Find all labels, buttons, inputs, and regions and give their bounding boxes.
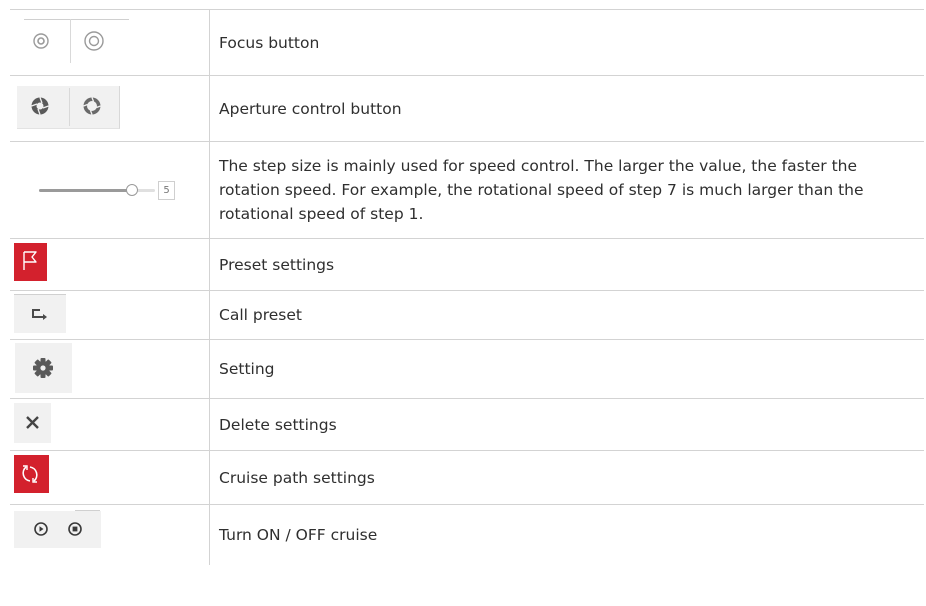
icon-cell — [10, 291, 210, 339]
slider-handle[interactable] — [126, 184, 138, 196]
icon-cell — [10, 10, 210, 75]
call-preset-icon[interactable] — [31, 308, 53, 324]
focus-far-icon[interactable] — [84, 31, 108, 55]
row-label: Focus button — [219, 33, 320, 52]
gear-icon[interactable] — [32, 357, 56, 381]
table-row: Turn ON / OFF cruise — [10, 504, 924, 565]
icon-legend-table: Focus button Aperture control button 5 T… — [10, 9, 924, 565]
table-row: Aperture control button — [10, 75, 924, 141]
aperture-open-icon[interactable] — [30, 96, 54, 120]
row-label: Turn ON / OFF cruise — [219, 526, 378, 544]
row-label: The step size is mainly used for speed c… — [219, 157, 864, 223]
icon-cell — [10, 76, 210, 141]
table-row: Cruise path settings — [10, 450, 924, 504]
row-label: Aperture control button — [219, 99, 402, 118]
aperture-close-icon[interactable] — [82, 96, 106, 120]
flag-icon[interactable] — [22, 251, 42, 273]
icon-cell: 5 — [10, 142, 210, 238]
table-row: 5 The step size is mainly used for speed… — [10, 141, 924, 238]
focus-near-icon[interactable] — [33, 33, 53, 53]
icon-cell — [10, 399, 210, 450]
row-label: Preset settings — [219, 255, 335, 274]
icon-cell — [10, 340, 210, 398]
stop-icon[interactable] — [68, 522, 86, 540]
row-label: Call preset — [219, 306, 302, 324]
row-label: Delete settings — [219, 415, 337, 434]
step-value-box[interactable]: 5 — [158, 181, 175, 200]
table-row: Call preset — [10, 290, 924, 339]
table-row: Delete settings — [10, 398, 924, 450]
table-row: Setting — [10, 339, 924, 398]
close-icon[interactable] — [26, 416, 40, 430]
icon-cell — [10, 451, 210, 504]
table-row: Focus button — [10, 9, 924, 75]
play-icon[interactable] — [34, 522, 52, 540]
icon-cell — [10, 239, 210, 290]
cruise-icon[interactable] — [21, 463, 43, 485]
row-label: Setting — [219, 360, 275, 378]
table-row: Preset settings — [10, 238, 924, 290]
row-label: Cruise path settings — [219, 468, 375, 487]
icon-cell — [10, 505, 210, 565]
